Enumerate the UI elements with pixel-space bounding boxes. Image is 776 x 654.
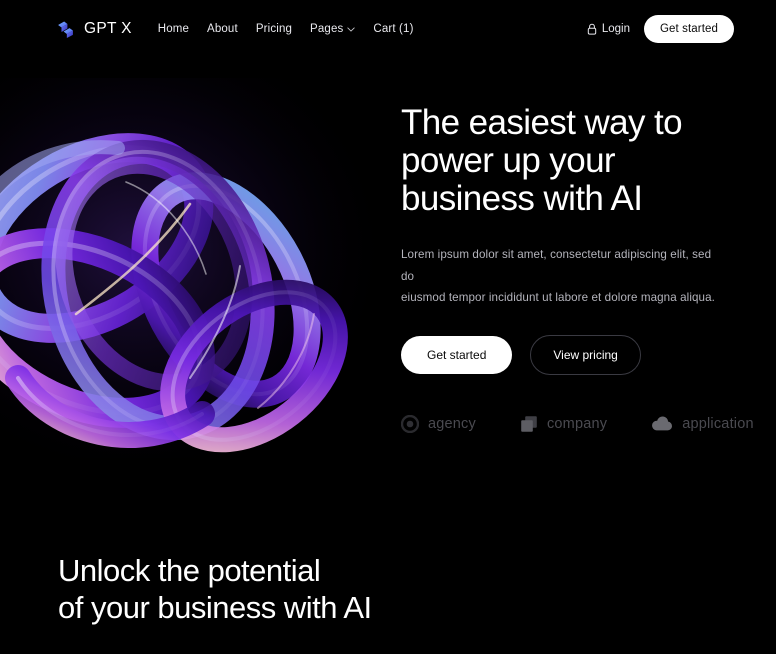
nav-link-pages[interactable]: Pages — [310, 23, 356, 35]
hero-subtitle: Lorem ipsum dolor sit amet, consectetur … — [401, 248, 715, 305]
brand-name: GPT X — [84, 20, 132, 37]
nav-get-started-button[interactable]: Get started — [644, 15, 734, 43]
nav-link-pricing[interactable]: Pricing — [256, 23, 292, 35]
hero-view-pricing-button[interactable]: View pricing — [530, 334, 641, 375]
hero-get-started-button[interactable]: Get started — [401, 335, 513, 374]
brand-logo[interactable]: GPT X — [56, 20, 132, 39]
nav-link-label: Pricing — [255, 23, 293, 35]
nav-link-label: Pages — [310, 23, 344, 35]
nav-links: Home About Pricing Pages Cart (1) — [158, 23, 414, 35]
chevron-down-icon — [347, 26, 356, 32]
lock-icon — [587, 23, 597, 35]
bottom-section-title: Unlock the potential of your business wi… — [58, 553, 372, 626]
partner-application[interactable]: application — [651, 416, 754, 432]
login-link[interactable]: Login — [587, 23, 630, 35]
bottom-section: Unlock the potential of your business wi… — [58, 552, 372, 626]
nav-link-home[interactable]: Home — [158, 23, 189, 35]
hero-content: The easiest way to power up your busines… — [401, 103, 761, 433]
circle-logo-icon — [401, 414, 419, 433]
top-navigation-bar: GPT X Home About Pricing Pages Cart (1) — [0, 0, 776, 58]
blocks-logo-icon — [56, 20, 75, 39]
nav-link-label: Home — [157, 23, 190, 35]
partner-company[interactable]: company — [520, 415, 607, 433]
abstract-3d-rings-artwork — [0, 78, 378, 458]
login-label: Login — [601, 23, 630, 35]
nav-link-cart[interactable]: Cart (1) — [373, 23, 413, 35]
nav-link-label: Cart (1) — [373, 23, 414, 35]
landing-page: GPT X Home About Pricing Pages Cart (1) — [0, 0, 776, 654]
partner-label: company — [546, 415, 608, 432]
nav-link-about[interactable]: About — [207, 23, 238, 35]
nav-actions: Login Get started — [587, 15, 734, 43]
hero-title: The easiest way to power up your busines… — [401, 103, 683, 219]
partner-label: agency — [428, 415, 476, 432]
partner-label: application — [682, 415, 754, 432]
partner-logos: agency company application — [401, 414, 761, 433]
cloud-logo-icon — [651, 416, 673, 432]
hero-cta-row: Get started View pricing — [401, 334, 761, 375]
partner-agency[interactable]: agency — [401, 414, 476, 433]
squares-logo-icon — [520, 415, 538, 433]
nav-link-label: About — [207, 23, 238, 35]
